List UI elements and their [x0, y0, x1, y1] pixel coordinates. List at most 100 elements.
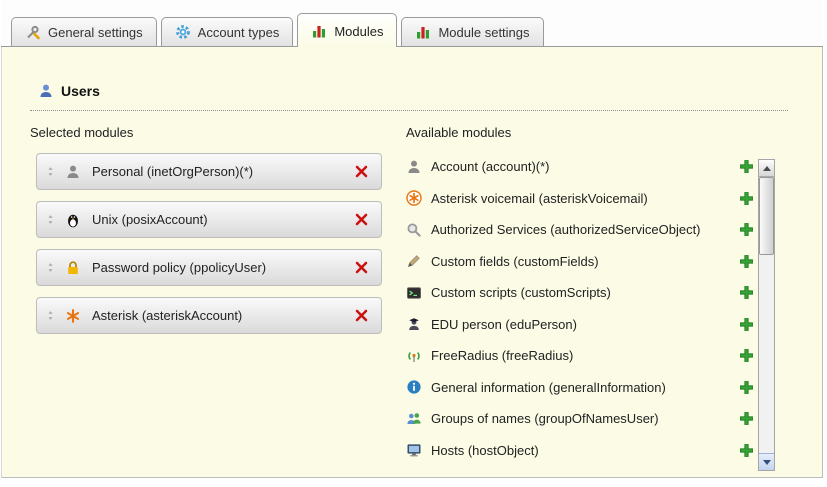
add-module-button[interactable] — [739, 191, 754, 206]
plus-icon — [739, 191, 754, 206]
plus-icon — [739, 285, 754, 300]
available-module-row: Hosts (hostObject) — [406, 435, 754, 467]
scrollbar-track[interactable] — [759, 177, 774, 453]
selected-modules-heading: Selected modules — [30, 125, 133, 140]
module-label: Groups of names (groupOfNamesUser) — [431, 411, 739, 426]
bar-chart-icon — [415, 24, 431, 40]
tab-strip: General settings Account types Modules M… — [1, 0, 823, 47]
user-icon — [38, 83, 54, 99]
tab-module-settings[interactable]: Module settings — [401, 17, 543, 46]
selected-module-row: Password policy (ppolicyUser) — [36, 249, 382, 286]
pencil-icon — [406, 253, 422, 269]
add-module-button[interactable] — [739, 222, 754, 237]
available-module-row: Custom fields (customFields) — [406, 246, 754, 278]
module-label: EDU person (eduPerson) — [431, 317, 739, 332]
module-label: Password policy (ppolicyUser) — [92, 260, 354, 275]
module-label: Hosts (hostObject) — [431, 443, 739, 458]
tab-bar: General settings Account types Modules M… — [1, 0, 823, 47]
add-module-button[interactable] — [739, 254, 754, 269]
tab-label: Module settings — [438, 25, 529, 40]
person-icon — [406, 159, 422, 175]
plus-icon — [739, 254, 754, 269]
selected-modules-list: Personal (inetOrgPerson)(*) Unix (posixA… — [36, 153, 382, 345]
delete-icon — [354, 164, 369, 179]
available-module-row: EDU person (eduPerson) — [406, 309, 754, 341]
radio-icon — [406, 348, 422, 364]
available-module-row: Authorized Services (authorizedServiceOb… — [406, 214, 754, 246]
tab-general-settings[interactable]: General settings — [11, 17, 157, 46]
tab-account-types[interactable]: Account types — [161, 17, 294, 46]
module-label: Personal (inetOrgPerson)(*) — [92, 164, 354, 179]
module-label: General information (generalInformation) — [431, 380, 739, 395]
module-label: Asterisk (asteriskAccount) — [92, 308, 354, 323]
plus-icon — [739, 443, 754, 458]
computer-icon — [406, 442, 422, 458]
lock-icon — [65, 260, 81, 276]
plus-icon — [739, 380, 754, 395]
module-label: Account (account)(*) — [431, 159, 739, 174]
person-icon — [65, 164, 81, 180]
add-module-button[interactable] — [739, 348, 754, 363]
module-label: FreeRadius (freeRadius) — [431, 348, 739, 363]
add-module-button[interactable] — [739, 411, 754, 426]
gear-icon — [175, 24, 191, 40]
add-module-button[interactable] — [739, 285, 754, 300]
available-modules-list: Account (account)(*) Asterisk voicemail … — [406, 151, 754, 466]
bar-chart-icon — [311, 23, 327, 39]
scroll-down-button[interactable] — [759, 453, 774, 470]
penguin-icon — [65, 212, 81, 228]
remove-module-button[interactable] — [354, 308, 369, 323]
add-module-button[interactable] — [739, 159, 754, 174]
remove-module-button[interactable] — [354, 164, 369, 179]
lam-configuration-page: General settings Account types Modules M… — [0, 0, 827, 487]
tab-label: Account types — [198, 25, 280, 40]
delete-icon — [354, 308, 369, 323]
plus-icon — [739, 317, 754, 332]
selected-module-row: Personal (inetOrgPerson)(*) — [36, 153, 382, 190]
remove-module-button[interactable] — [354, 260, 369, 275]
available-modules-heading: Available modules — [406, 125, 511, 140]
remove-module-button[interactable] — [354, 212, 369, 227]
module-label: Custom fields (customFields) — [431, 254, 739, 269]
add-module-button[interactable] — [739, 443, 754, 458]
section-title: Users — [61, 83, 100, 99]
plus-icon — [739, 348, 754, 363]
arrow-up-icon — [763, 166, 771, 171]
users-section-heading: Users — [38, 83, 100, 99]
scrollbar-thumb[interactable] — [759, 177, 774, 255]
available-module-row: FreeRadius (freeRadius) — [406, 340, 754, 372]
delete-icon — [354, 212, 369, 227]
info-icon — [406, 379, 422, 395]
drag-handle-icon[interactable] — [45, 260, 56, 275]
terminal-icon — [406, 285, 422, 301]
drag-handle-icon[interactable] — [45, 164, 56, 179]
scroll-up-button[interactable] — [759, 160, 774, 177]
tools-icon — [25, 24, 41, 40]
available-module-row: General information (generalInformation) — [406, 372, 754, 404]
asterisk-icon — [65, 308, 81, 324]
modules-tab-content: Users Selected modules Available modules… — [1, 47, 823, 478]
arrow-down-icon — [763, 460, 771, 465]
add-module-button[interactable] — [739, 380, 754, 395]
module-label: Asterisk voicemail (asteriskVoicemail) — [431, 191, 739, 206]
drag-handle-icon[interactable] — [45, 212, 56, 227]
graduate-icon — [406, 316, 422, 332]
add-module-button[interactable] — [739, 317, 754, 332]
available-module-row: Groups of names (groupOfNamesUser) — [406, 403, 754, 435]
plus-icon — [739, 159, 754, 174]
available-module-row: Account (account)(*) — [406, 151, 754, 183]
delete-icon — [354, 260, 369, 275]
plus-icon — [739, 222, 754, 237]
section-divider — [30, 110, 788, 111]
module-label: Authorized Services (authorizedServiceOb… — [431, 222, 739, 237]
drag-handle-icon[interactable] — [45, 308, 56, 323]
group-icon — [406, 411, 422, 427]
tab-modules[interactable]: Modules — [297, 13, 397, 47]
tab-label: Modules — [334, 24, 383, 39]
asterisk-circle-icon — [406, 190, 422, 206]
selected-module-row: Asterisk (asteriskAccount) — [36, 297, 382, 334]
vertical-scrollbar[interactable] — [758, 159, 775, 471]
module-label: Unix (posixAccount) — [92, 212, 354, 227]
available-module-row: Asterisk voicemail (asteriskVoicemail) — [406, 183, 754, 215]
available-module-row: Custom scripts (customScripts) — [406, 277, 754, 309]
